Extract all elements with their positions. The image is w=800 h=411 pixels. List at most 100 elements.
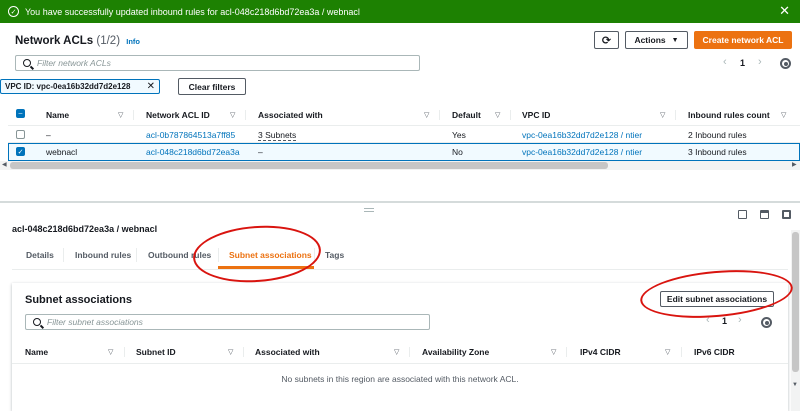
tab-details[interactable]: Details — [26, 250, 54, 260]
sort-icon[interactable]: ▽ — [424, 111, 429, 119]
sort-icon[interactable]: ▽ — [551, 348, 556, 356]
col-associated-with[interactable]: Associated with — [258, 110, 323, 120]
scrollbar-thumb[interactable] — [10, 162, 608, 169]
remove-filter-icon[interactable]: ✕ — [147, 81, 155, 92]
column-divider — [133, 110, 134, 120]
flash-message: You have successfully updated inbound ru… — [25, 6, 360, 17]
panel-title: Subnet associations — [25, 294, 132, 306]
refresh-button[interactable]: ⟳ — [594, 31, 619, 49]
col-vpc-id[interactable]: VPC ID — [522, 110, 550, 120]
sort-icon[interactable]: ▽ — [781, 111, 786, 119]
sort-icon[interactable]: ▽ — [230, 111, 235, 119]
col-ipv6-cidr[interactable]: IPv6 CIDR — [694, 347, 735, 357]
tab-tags[interactable]: Tags — [325, 250, 344, 260]
col-associated-with[interactable]: Associated with — [255, 347, 320, 357]
row-associated[interactable]: 3 Subnets — [258, 130, 297, 141]
row-acl-id-link[interactable]: acl-0b787864513a7ff85 — [146, 130, 235, 140]
prev-page-icon[interactable]: ‹ — [723, 56, 727, 68]
scroll-left-icon[interactable]: ◀ — [2, 161, 7, 168]
col-default[interactable]: Default — [452, 110, 481, 120]
col-ipv4-cidr[interactable]: IPv4 CIDR — [580, 347, 621, 357]
search-icon — [23, 59, 31, 67]
row-checkbox-checked[interactable]: ✓ — [16, 147, 25, 156]
sort-icon[interactable]: ▽ — [665, 348, 670, 356]
info-link[interactable]: Info — [126, 37, 140, 46]
filter-token: VPC ID: vpc-0ea16b32dd7d2e128 ✕ — [0, 79, 160, 94]
table-row[interactable] — [8, 126, 800, 143]
filter-token-label: VPC ID: vpc-0ea16b32dd7d2e128 — [5, 82, 131, 91]
row-inbound: 2 Inbound rules — [688, 130, 747, 140]
column-divider — [245, 110, 246, 120]
search-input[interactable]: Filter network ACLs — [15, 55, 420, 71]
sort-icon[interactable]: ▽ — [495, 111, 500, 119]
col-inbound-rules[interactable]: Inbound rules count — [688, 110, 770, 120]
actions-button[interactable]: Actions ▼ — [625, 31, 688, 49]
split-panel-divider[interactable] — [0, 201, 800, 203]
select-all-checkbox[interactable]: – — [16, 109, 25, 118]
subnet-search-input[interactable]: Filter subnet associations — [25, 314, 430, 330]
tabs-bottom-border — [12, 269, 788, 270]
settings-gear-icon[interactable] — [761, 317, 772, 328]
subnet-search-placeholder: Filter subnet associations — [47, 317, 143, 327]
panel-side-icon[interactable] — [760, 210, 769, 219]
row-checkbox[interactable] — [16, 130, 25, 139]
panel-bottom-icon[interactable] — [738, 210, 747, 219]
table-row-selected[interactable] — [8, 143, 800, 161]
next-page-icon[interactable]: › — [758, 56, 762, 68]
row-vpc-link[interactable]: vpc-0ea16b32dd7d2e128 / ntier — [522, 130, 642, 140]
settings-gear-icon[interactable] — [780, 58, 791, 69]
col-availability-zone[interactable]: Availability Zone — [422, 347, 489, 357]
drag-handle-icon[interactable] — [364, 208, 374, 209]
tab-divider — [63, 248, 64, 262]
current-page[interactable]: 1 — [740, 58, 745, 68]
col-name[interactable]: Name — [25, 347, 48, 357]
scroll-right-icon[interactable]: ▶ — [792, 161, 797, 168]
next-page-icon[interactable]: › — [738, 314, 742, 326]
col-subnet-id[interactable]: Subnet ID — [136, 347, 176, 357]
sort-icon[interactable]: ▽ — [660, 111, 665, 119]
row-vpc-link[interactable]: vpc-0ea16b32dd7d2e128 / ntier — [522, 147, 642, 157]
detail-title: acl-048c218d6bd72ea3a / webnacl — [12, 224, 158, 234]
sort-icon[interactable]: ▽ — [118, 111, 123, 119]
column-divider — [566, 347, 567, 357]
current-page[interactable]: 1 — [722, 316, 727, 326]
success-check-icon: ✓ — [8, 6, 19, 17]
selection-count: (1/2) — [96, 35, 121, 47]
row-associated: – — [258, 147, 263, 157]
column-divider — [409, 347, 410, 357]
sort-icon[interactable]: ▽ — [108, 348, 113, 356]
col-name[interactable]: Name — [46, 110, 69, 120]
caret-down-icon: ▼ — [671, 36, 679, 44]
scrollbar-thumb[interactable] — [792, 232, 799, 372]
create-label: Create network ACL — [702, 35, 784, 45]
column-divider — [439, 110, 440, 120]
clear-filters-button[interactable]: Clear filters — [178, 78, 246, 95]
row-default: Yes — [452, 130, 466, 140]
column-divider — [510, 110, 511, 120]
sort-icon[interactable]: ▽ — [394, 348, 399, 356]
column-divider — [243, 347, 244, 357]
drag-handle-icon[interactable] — [364, 211, 374, 212]
column-divider — [681, 347, 682, 357]
tab-inbound-rules[interactable]: Inbound rules — [75, 250, 131, 260]
tab-divider — [136, 248, 137, 262]
create-network-acl-button[interactable]: Create network ACL — [694, 31, 792, 49]
clear-filters-label: Clear filters — [188, 81, 236, 92]
col-acl-id[interactable]: Network ACL ID — [146, 110, 210, 120]
search-placeholder: Filter network ACLs — [37, 58, 111, 68]
column-divider — [124, 347, 125, 357]
sort-icon[interactable]: ▽ — [228, 348, 233, 356]
subnet-table-header — [12, 338, 788, 364]
row-acl-id-link[interactable]: acl-048c218d6bd72ea3a — [146, 147, 240, 157]
row-name: webnacl — [46, 147, 78, 157]
actions-label: Actions — [634, 35, 666, 45]
red-annotation-circle — [191, 221, 323, 287]
refresh-icon: ⟳ — [601, 34, 612, 47]
table-header — [8, 102, 800, 126]
close-icon[interactable]: ✕ — [779, 3, 790, 19]
scroll-down-icon[interactable]: ▼ — [792, 382, 798, 388]
success-flash-bar: ✓ You have successfully updated inbound … — [0, 0, 800, 23]
panel-maximize-icon[interactable] — [782, 210, 791, 219]
search-icon — [33, 318, 41, 326]
row-name: – — [46, 130, 51, 140]
